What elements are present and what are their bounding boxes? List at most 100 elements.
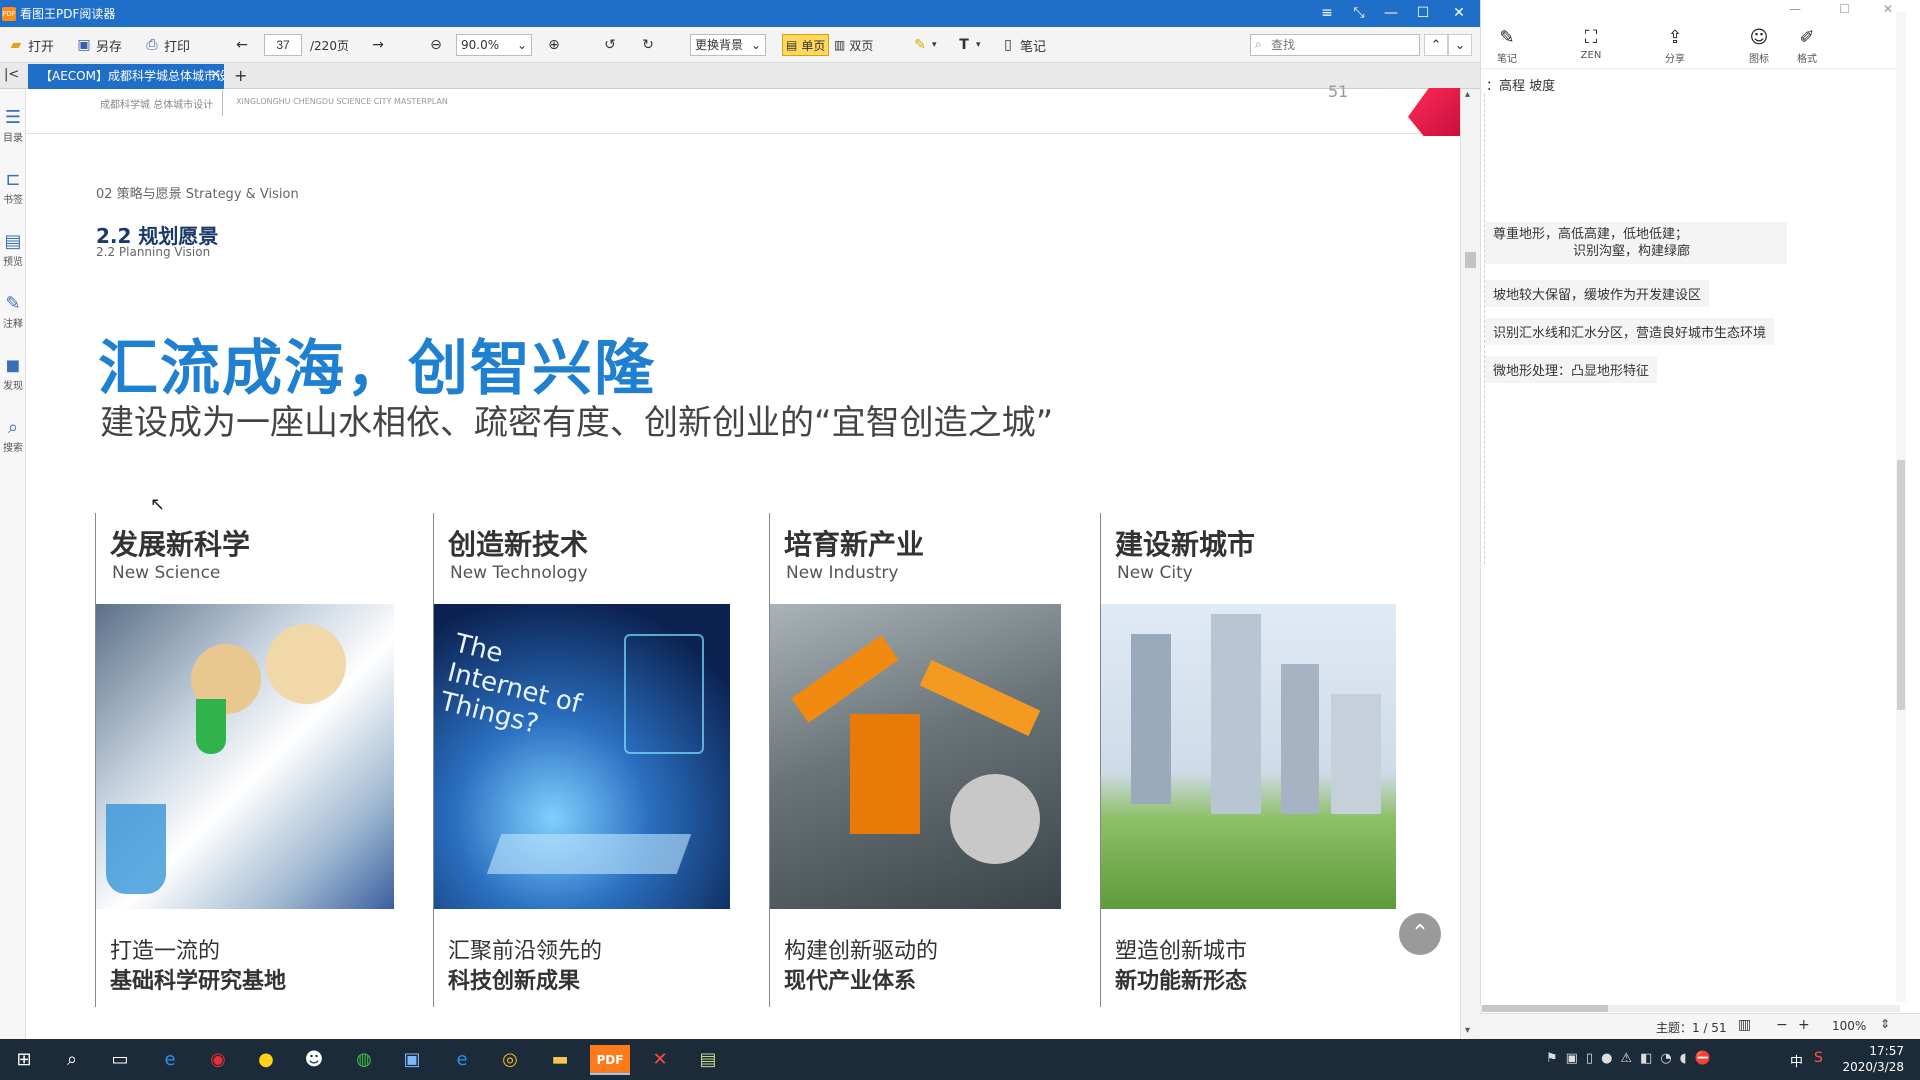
app-360-icon[interactable]: ◉ xyxy=(198,1045,238,1075)
prev-page-button[interactable]: ← xyxy=(234,34,250,56)
mindmap-node-text[interactable]: ：高程 坡度 xyxy=(1486,75,1555,94)
pdf-reader-taskbar-icon[interactable]: PDF xyxy=(590,1045,630,1075)
zoom-in-button[interactable]: ⊕ xyxy=(546,34,562,56)
system-tray[interactable]: ⚑▣▯●⚠◧◔◖⛔ xyxy=(1546,1051,1719,1066)
edge-browser-icon[interactable]: e xyxy=(442,1045,482,1075)
vision-subline: 建设成为一座山水相依、疏密有度、创新创业的“宜智创造之城” xyxy=(100,403,1054,443)
scrollbar-thumb[interactable] xyxy=(1465,252,1476,268)
sidebar-item-toc[interactable]: ☰ 目录 xyxy=(0,107,26,144)
panel-tool-format[interactable]: ✐ 格式 xyxy=(1785,26,1829,65)
back-to-top-button[interactable]: ⌃ xyxy=(1399,913,1441,955)
minimize-button[interactable]: — xyxy=(1376,0,1406,27)
wechat-icon[interactable]: ◍ xyxy=(344,1045,384,1075)
text-tool-button[interactable]: T ▾ xyxy=(956,34,980,56)
scroll-down-icon[interactable]: ▾ xyxy=(1465,1025,1470,1036)
search-icon[interactable]: ⌕ xyxy=(52,1045,92,1075)
panel-close-button[interactable]: ✕ xyxy=(1883,2,1893,16)
file-explorer-icon[interactable]: ▬ xyxy=(540,1045,580,1075)
panel-tool-notes[interactable]: ✎ 笔记 xyxy=(1485,26,1529,65)
close-tab-icon[interactable]: × xyxy=(210,67,221,82)
sidebar-item-preview[interactable]: ▤ 预览 xyxy=(0,231,26,268)
zoom-select[interactable]: 90.0% ⌄ xyxy=(456,34,532,56)
book-view-icon[interactable]: ▥ xyxy=(1738,1017,1751,1033)
header-separator xyxy=(222,90,223,116)
search-icon: ⌕ xyxy=(1255,37,1262,51)
maximize-button[interactable]: ☐ xyxy=(1408,0,1438,27)
panel-hscroll-thumb[interactable] xyxy=(1482,1005,1608,1012)
app-notepad-icon[interactable]: ▤ xyxy=(688,1045,728,1075)
rotate-right-button[interactable]: ↻ xyxy=(640,34,656,56)
panel-scrollbar-thumb[interactable] xyxy=(1897,460,1905,710)
app-photo-icon[interactable]: ▣ xyxy=(392,1045,432,1075)
mindmap-node[interactable]: 尊重地形，高低高建，低地低建； 识别沟壑，构建绿廊 xyxy=(1485,222,1787,264)
page-number-input[interactable] xyxy=(264,34,302,56)
saveas-button[interactable]: ▣ 另存 xyxy=(76,34,122,56)
mindmap-node[interactable]: 识别汇水线和汇水分区，营造良好城市生态环境 xyxy=(1485,318,1775,345)
mindmap-node[interactable]: 微地形处理：凸显地形特征 xyxy=(1485,356,1658,383)
app-xmind-icon[interactable]: ✕ xyxy=(640,1045,680,1075)
panel-minimize-button[interactable]: — xyxy=(1789,2,1801,16)
next-page-button[interactable]: → xyxy=(370,34,386,56)
print-button[interactable]: ⎙ 打印 xyxy=(144,34,190,56)
system-clock[interactable]: 17:57 2020/3/28 xyxy=(1842,1043,1904,1075)
document-scrollbar[interactable]: ▴ ▾ xyxy=(1460,89,1480,1039)
tab-bar: |< 【AECOM】成都科学城总体城市设计 × + xyxy=(0,63,1480,89)
rotate-left-button[interactable]: ↺ xyxy=(602,34,618,56)
close-window-button[interactable]: ✕ xyxy=(1444,0,1474,27)
double-page-icon: ▥ xyxy=(834,38,846,52)
skyscraper-graphic xyxy=(1281,664,1319,814)
search-prev-button[interactable]: ⌃ xyxy=(1424,34,1448,56)
search-next-button[interactable]: ⌄ xyxy=(1448,34,1472,56)
sogou-ime-icon[interactable]: S xyxy=(1814,1050,1823,1066)
arrow-right-icon: → xyxy=(372,37,384,53)
sidebar-item-annotations[interactable]: ✎ 注释 xyxy=(0,293,26,330)
menu-icon[interactable]: ≡ xyxy=(1312,0,1342,27)
panel-tool-share[interactable]: ⇪ 分享 xyxy=(1653,26,1697,65)
column-english: New Technology xyxy=(450,563,588,583)
zoom-plus-button[interactable]: + xyxy=(1798,1017,1810,1033)
scientist-figure xyxy=(266,624,346,704)
double-page-button[interactable]: ▥ 双页 xyxy=(834,34,873,56)
clock-date: 2020/3/28 xyxy=(1842,1060,1904,1074)
zoom-out-button[interactable]: ⊖ xyxy=(428,34,444,56)
circuit-graphic xyxy=(624,634,704,754)
panel-tool-zen[interactable]: ⛶ ZEN xyxy=(1569,26,1613,61)
skyscraper-graphic xyxy=(1131,634,1171,804)
zoom-minus-button[interactable]: − xyxy=(1776,1017,1788,1033)
chevron-down-icon: ⌄ xyxy=(516,38,527,52)
doc-header-title: 成都科学城 总体城市设计 xyxy=(100,100,214,111)
qq-icon[interactable]: ☻ xyxy=(294,1045,334,1075)
background-select[interactable]: 更换背景 ⌄ xyxy=(690,34,766,56)
vision-headline: 汇流成海，创智兴隆 xyxy=(98,334,656,404)
industrial-robot-image xyxy=(770,604,1061,909)
sidebar-item-bookmarks[interactable]: ⊏ 书签 xyxy=(0,169,26,206)
ime-indicator[interactable]: 中 xyxy=(1790,1051,1803,1070)
panel-tool-icons[interactable]: ☺ 图标 xyxy=(1737,26,1781,65)
ie-browser-icon[interactable]: e xyxy=(150,1045,190,1075)
panel-zoom-value: 100% xyxy=(1832,1019,1867,1033)
doc-page-number: 51 xyxy=(1328,82,1349,101)
search-input[interactable] xyxy=(1250,34,1420,56)
task-view-icon[interactable]: ▭ xyxy=(100,1045,140,1075)
vision-column-industry: 培育新产业 New Industry 构建创新驱动的 现代产业体系 xyxy=(769,513,1069,1007)
app-yellow-icon[interactable]: ● xyxy=(246,1045,286,1075)
scroll-up-icon[interactable]: ▴ xyxy=(1465,89,1470,100)
document-tab[interactable]: 【AECOM】成都科学城总体城市设计 xyxy=(28,64,224,89)
highlight-button[interactable]: ✎ ▾ xyxy=(912,34,936,56)
column-caption-line2: 现代产业体系 xyxy=(784,969,917,994)
sidebar-item-search[interactable]: ⌕ 搜索 xyxy=(0,417,26,454)
open-button[interactable]: ▰ 打开 xyxy=(8,34,54,56)
chrome-icon[interactable]: ◎ xyxy=(490,1045,530,1075)
zoom-stepper-icon[interactable]: ⇕ xyxy=(1880,1017,1890,1031)
compact-mode-icon[interactable]: ⤡ xyxy=(1344,0,1374,27)
single-page-button[interactable]: ▤ 单页 xyxy=(782,34,830,56)
windows-start-icon[interactable]: ⊞ xyxy=(4,1045,44,1075)
notes-button[interactable]: ▯ 笔记 xyxy=(1000,34,1046,56)
mindmap-node[interactable]: 坡地较大保留，缓坡作为开发建设区 xyxy=(1485,280,1710,307)
new-tab-button[interactable]: + xyxy=(234,66,247,85)
tablet-graphic xyxy=(486,834,692,874)
sidebar-item-discover[interactable]: ◼ 发现 xyxy=(0,355,26,392)
sidebar-label: 注释 xyxy=(3,319,23,330)
panel-maximize-button[interactable]: ☐ xyxy=(1839,2,1850,16)
collapse-sidebar-icon[interactable]: |< xyxy=(4,67,19,82)
